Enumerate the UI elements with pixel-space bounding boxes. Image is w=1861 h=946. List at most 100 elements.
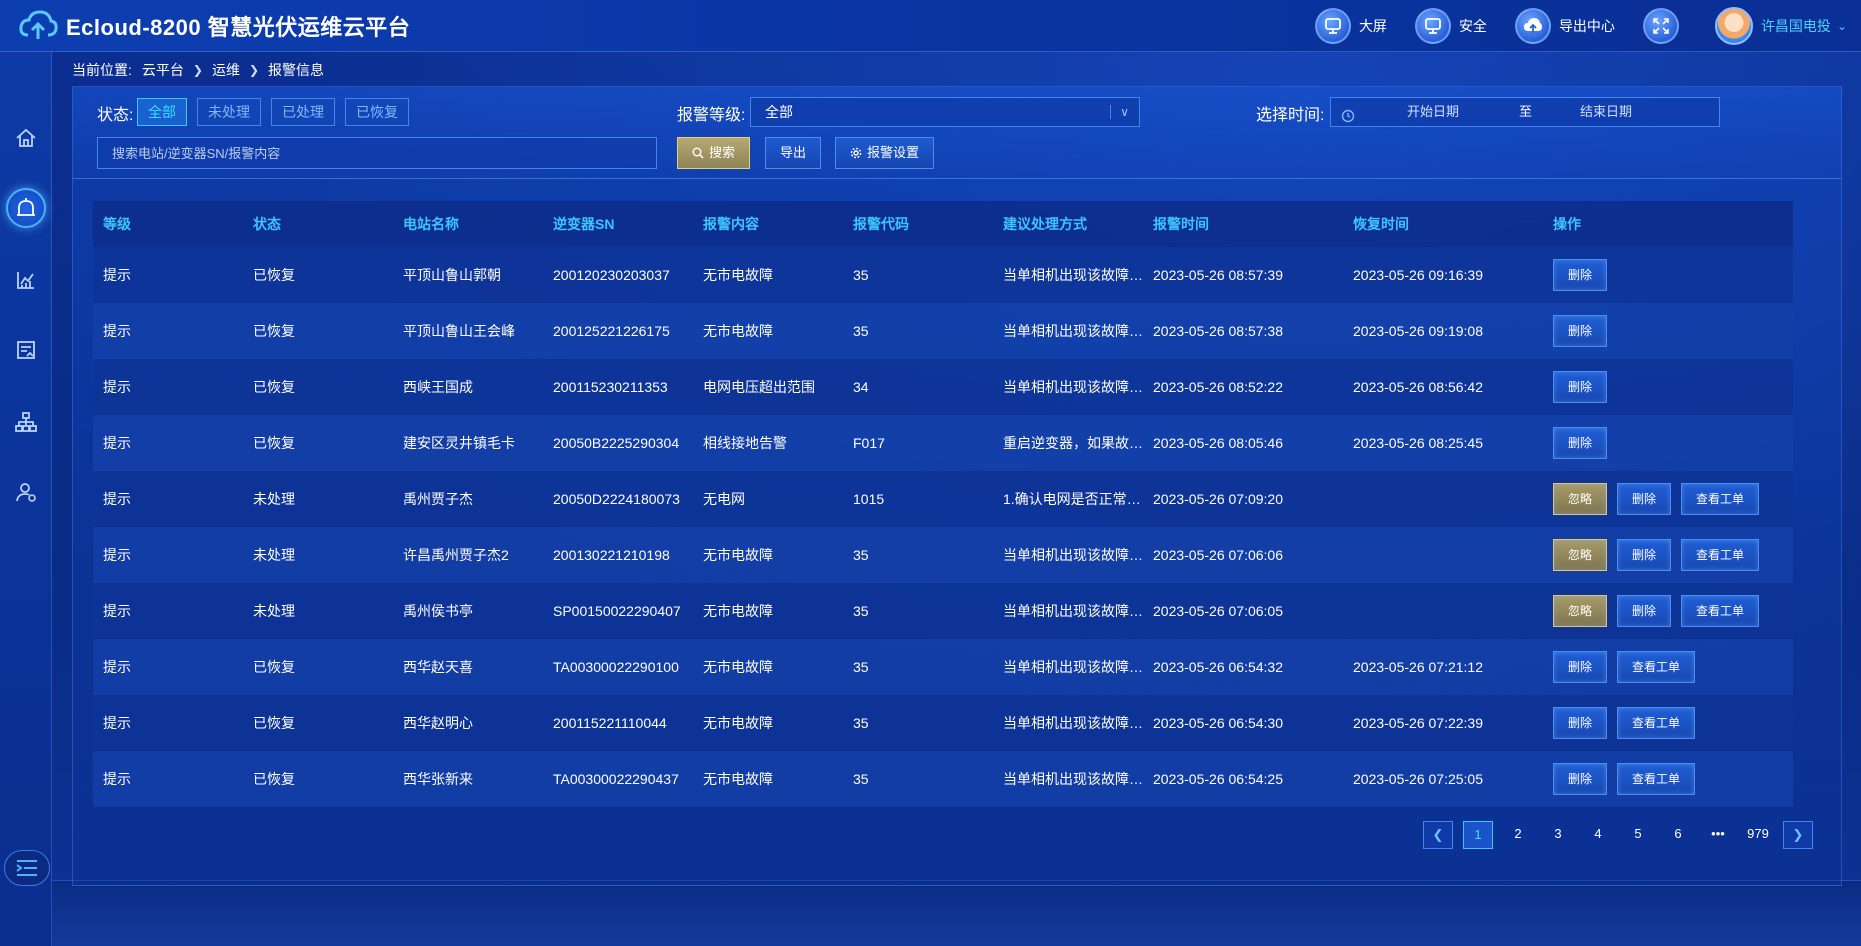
page-button[interactable]: 1 bbox=[1463, 821, 1493, 849]
cell-alarm-time: 2023-05-26 06:54:32 bbox=[1153, 659, 1283, 675]
cell-content: 无市电故障 bbox=[703, 603, 773, 619]
delete-button[interactable]: 删除 bbox=[1617, 539, 1672, 571]
prev-page-button[interactable]: ❮ bbox=[1423, 821, 1453, 849]
status-label: 状态: bbox=[97, 107, 134, 124]
sidebar-item-user[interactable] bbox=[6, 472, 46, 512]
alarm-settings-button[interactable]: 报警设置 bbox=[835, 137, 935, 169]
view-ticket-button[interactable]: 查看工单 bbox=[1681, 595, 1760, 627]
cell-actions: 忽略 删除 查看工单 bbox=[1543, 483, 1793, 515]
delete-button[interactable]: 删除 bbox=[1553, 763, 1608, 795]
status-filter-recovered[interactable]: 已恢复 bbox=[345, 98, 409, 126]
start-date-input[interactable]: 开始日期 bbox=[1407, 98, 1459, 126]
status-filter-unprocessed[interactable]: 未处理 bbox=[197, 98, 261, 126]
sidebar-item-home[interactable] bbox=[6, 118, 46, 158]
table-row: 提示 未处理 禹州贾子杰 20050D2224180073 无电网 1015 1.确认电网是… bbox=[93, 471, 1793, 527]
user-settings-icon bbox=[16, 483, 36, 502]
delete-button[interactable]: 删除 bbox=[1617, 483, 1672, 515]
sidebar bbox=[0, 52, 52, 946]
status-filter-processed[interactable]: 已处理 bbox=[271, 98, 335, 126]
cell-actions: 忽略 删除 查看工单 bbox=[1543, 595, 1793, 627]
fullscreen-button[interactable] bbox=[1642, 8, 1687, 44]
view-ticket-button[interactable]: 查看工单 bbox=[1617, 763, 1696, 795]
cell-code: F017 bbox=[853, 435, 885, 451]
date-range-picker[interactable]: 开始日期 至 结束日期 bbox=[1330, 97, 1720, 127]
security-label: 安全 bbox=[1458, 18, 1487, 34]
sidebar-item-alarm[interactable] bbox=[6, 188, 46, 228]
pagination: ❮ 1 2 3 4 5 6 ••• 979 ❯ bbox=[1413, 821, 1813, 849]
cell-station: 西华赵明心 bbox=[403, 715, 473, 731]
cell-advice: 当单相机出现该故障时，请检查 bbox=[1003, 659, 1143, 675]
cell-advice: 重启逆变器，如果故障仍然存在 bbox=[1003, 435, 1143, 451]
user-menu[interactable]: 许昌国电投 ⌄ bbox=[1714, 7, 1847, 45]
ignore-button[interactable]: 忽略 bbox=[1553, 483, 1608, 515]
alarm-settings-label: 报警设置 bbox=[867, 145, 920, 160]
main-panel: 状态: 全部 未处理 已处理 已恢复 报警等级: 全部 ∨ 选择时间: 开始日期… bbox=[72, 86, 1842, 886]
sidebar-item-organization[interactable] bbox=[6, 402, 46, 442]
search-button[interactable]: 搜索 bbox=[677, 137, 751, 169]
view-ticket-button[interactable]: 查看工单 bbox=[1681, 483, 1760, 515]
page-button[interactable]: 5 bbox=[1623, 821, 1653, 849]
gear-icon bbox=[850, 147, 862, 159]
cell-advice: 当单相机出现该故障时，请检查 bbox=[1003, 603, 1143, 619]
page-button[interactable]: 6 bbox=[1663, 821, 1693, 849]
chevron-right-icon: ❯ bbox=[192, 63, 203, 77]
cell-advice: 当单相机出现该故障时，请检查 bbox=[1003, 323, 1143, 339]
cell-alarm-time: 2023-05-26 07:09:20 bbox=[1153, 491, 1283, 507]
page-button[interactable]: 979 bbox=[1743, 821, 1773, 849]
cell-level: 提示 bbox=[103, 659, 131, 675]
clock-icon bbox=[1341, 105, 1355, 123]
alarm-level-select[interactable]: 全部 ∨ bbox=[750, 97, 1140, 127]
sidebar-collapse-button[interactable] bbox=[4, 850, 50, 886]
export-center-button[interactable]: 导出中心 bbox=[1514, 8, 1615, 44]
status-filter-all[interactable]: 全部 bbox=[137, 98, 187, 126]
breadcrumb-item-ops[interactable]: 运维 bbox=[212, 60, 240, 80]
view-ticket-button[interactable]: 查看工单 bbox=[1681, 539, 1760, 571]
cell-actions: 忽略 删除 查看工单 bbox=[1543, 539, 1793, 571]
ignore-button[interactable]: 忽略 bbox=[1553, 539, 1608, 571]
page-ellipsis[interactable]: ••• bbox=[1703, 821, 1733, 849]
delete-button[interactable]: 删除 bbox=[1553, 651, 1608, 683]
chevron-down-icon: ∨ bbox=[1120, 105, 1129, 119]
cell-recover-time: 2023-05-26 07:21:12 bbox=[1353, 659, 1483, 675]
sidebar-item-analysis[interactable] bbox=[6, 260, 46, 300]
delete-button[interactable]: 删除 bbox=[1553, 707, 1608, 739]
app-title: Ecloud-8200 智慧光伏运维云平台 bbox=[66, 14, 411, 40]
fullscreen-icon bbox=[1642, 8, 1679, 44]
cell-level: 提示 bbox=[103, 323, 131, 339]
cell-alarm-time: 2023-05-26 08:52:22 bbox=[1153, 379, 1283, 395]
delete-button[interactable]: 删除 bbox=[1617, 595, 1672, 627]
delete-button[interactable]: 删除 bbox=[1553, 315, 1608, 347]
export-button[interactable]: 导出 bbox=[765, 137, 822, 169]
big-screen-label: 大屏 bbox=[1358, 18, 1387, 34]
delete-button[interactable]: 删除 bbox=[1553, 427, 1608, 459]
delete-button[interactable]: 删除 bbox=[1553, 259, 1608, 291]
security-button[interactable]: 安全 bbox=[1414, 8, 1487, 44]
cell-advice: 当单相机出现该故障时，请检查 bbox=[1003, 771, 1143, 787]
breadcrumb-item-cloud[interactable]: 云平台 bbox=[142, 60, 184, 80]
cell-station: 平顶山鲁山王会峰 bbox=[403, 323, 515, 339]
big-screen-button[interactable]: 大屏 bbox=[1314, 8, 1387, 44]
cell-sn: 200115230211353 bbox=[553, 379, 668, 395]
delete-button[interactable]: 删除 bbox=[1553, 371, 1608, 403]
cell-sn: 200120230203037 bbox=[553, 267, 670, 283]
next-page-button[interactable]: ❯ bbox=[1783, 821, 1813, 849]
search-input[interactable] bbox=[97, 137, 657, 169]
page-button[interactable]: 3 bbox=[1543, 821, 1573, 849]
sidebar-item-report[interactable] bbox=[6, 330, 46, 370]
background-bottom bbox=[52, 880, 1861, 946]
cell-recover-time: 2023-05-26 07:22:39 bbox=[1353, 715, 1483, 731]
end-date-input[interactable]: 结束日期 bbox=[1580, 98, 1632, 126]
cell-recover-time: 2023-05-26 09:16:39 bbox=[1353, 267, 1483, 283]
page-button[interactable]: 4 bbox=[1583, 821, 1613, 849]
view-ticket-button[interactable]: 查看工单 bbox=[1617, 651, 1696, 683]
filter-bar: 状态: 全部 未处理 已处理 已恢复 报警等级: 全部 ∨ 选择时间: 开始日期… bbox=[73, 87, 1841, 179]
cell-status: 已恢复 bbox=[253, 771, 295, 787]
page-button[interactable]: 2 bbox=[1503, 821, 1533, 849]
ignore-button[interactable]: 忽略 bbox=[1553, 595, 1608, 627]
app-header: Ecloud-8200 智慧光伏运维云平台 大屏 安全 导出中心 许昌国电投 ⌄ bbox=[0, 0, 1861, 52]
view-ticket-button[interactable]: 查看工单 bbox=[1617, 707, 1696, 739]
cell-station: 许昌禹州贾子杰2 bbox=[403, 547, 509, 563]
cell-status: 已恢复 bbox=[253, 715, 295, 731]
cell-level: 提示 bbox=[103, 715, 131, 731]
cell-content: 无市电故障 bbox=[703, 715, 773, 731]
